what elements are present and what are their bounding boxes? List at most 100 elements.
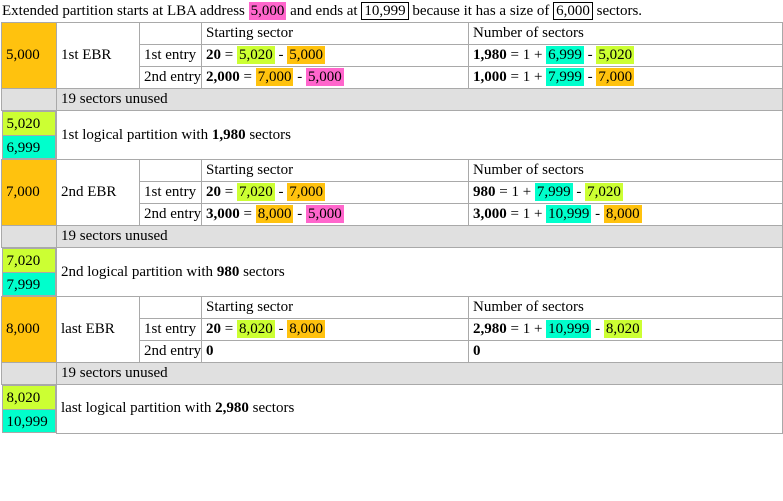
table-row-partition: 8,020 10,999 last logical partition with 2… [1,384,783,434]
num-operand-1: 7,999 [546,68,584,86]
ebr-entry-blank [139,22,202,45]
starting-sector-header: Starting sector [201,296,469,319]
start-operand-2: 8,000 [287,320,325,338]
caption-line: Extended partition starts at LBA address… [0,0,783,22]
entry-2-number-of-sectors: 1,000 = 1 + 7,999 - 7,000 [468,66,783,89]
start-result: 20 [206,184,221,200]
num-minus: - [591,321,604,337]
unused-sectors-label: 19 sectors unused [56,88,783,111]
table-row: 8,000 last EBR Starting sector Number of s… [1,296,783,363]
start-operand-2: 5,000 [287,46,325,64]
start-result: 0 [206,343,214,359]
start-operand-2: 5,000 [305,68,344,86]
partition-description-pre: 2nd logical partition with [61,263,217,280]
partition-range-start: 8,020 [1,385,56,409]
unused-lba-spacer [1,225,57,248]
table-row: 5,000 1st EBR Starting sector Number of se… [1,22,783,89]
partition-range-end: 6,999 [1,135,56,159]
start-operand-2: 5,000 [305,205,344,223]
entry-label-1: 1st entry [139,318,202,341]
entry-label-1: 1st entry [139,181,202,204]
ebr-name-cell: 1st EBR [56,22,140,89]
start-operator: = [239,206,256,222]
partition-range-start: 5,020 [1,111,56,135]
start-operand-1: 5,020 [236,46,275,64]
entry-1-starting-sector: 20 = 7,020 - 7,000 [201,181,469,204]
entry-2-starting-sector: 3,000 = 8,000 - 5,000 [201,203,469,226]
unused-lba-spacer [1,362,57,385]
start-minus: - [274,47,288,63]
partition-description-pre: 1st logical partition with [61,126,212,143]
start-operand-1: 8,020 [236,320,275,338]
num-result: 3,000 [473,206,507,222]
start-minus: - [274,184,288,200]
partition-sector-count: 1,980 [211,126,246,143]
partition-description-pre: last logical partition with [61,400,216,417]
table-row: 7,000 2nd EBR Starting sector Number of se… [1,159,783,226]
partition-sector-count: 980 [216,263,240,280]
partition-range-cell: 5,020 6,999 [1,110,57,160]
unused-lba-spacer [1,88,57,111]
partition-range-end: 7,999 [1,272,56,296]
extended-partition-diagram: Extended partition starts at LBA address… [0,0,783,501]
entry-label-2: 2nd entry [139,340,202,363]
ebr-name-cell: last EBR [56,296,140,363]
num-operand-1: 10,999 [546,320,592,338]
entry-2-number-of-sectors: 0 [468,340,783,363]
partition-description: 1st logical partition with 1,980 sectors [56,110,783,160]
start-result: 2,000 [206,69,240,85]
ebr-lba-cell: 5,000 [1,22,57,89]
number-of-sectors-header: Number of sectors [468,296,783,319]
table-row-unused: 19 sectors unused [1,88,783,111]
start-operator: = [239,69,256,85]
start-operand-1: 8,000 [255,205,294,223]
ebr-entry-blank [139,159,202,182]
caption-text-4: sectors. [596,3,643,19]
entry-1-starting-sector: 20 = 5,020 - 5,000 [201,44,469,67]
starting-sector-header: Starting sector [201,159,469,182]
num-operand-1: 6,999 [546,46,584,64]
entry-2-starting-sector: 0 [201,340,469,363]
num-operand-2: 8,020 [603,320,642,338]
partition-table-body: 5,000 1st EBR Starting sector Number of se… [1,22,783,434]
partition-description: last logical partition with 2,980 sector… [56,384,783,434]
num-operand-2: 7,020 [585,183,623,201]
start-operator: = [221,321,237,337]
start-result: 20 [206,321,221,337]
partition-sector-count: 2,980 [215,400,249,417]
entry-1-number-of-sectors: 980 = 1 + 7,999 - 7,020 [468,181,783,204]
number-of-sectors-header: Number of sectors [468,22,783,45]
entry-1-starting-sector: 20 = 8,020 - 8,000 [201,318,469,341]
start-minus: - [293,69,306,85]
partition-range-end: 10,999 [1,409,56,433]
partition-range-cell: 7,020 7,999 [1,247,57,297]
entry-2-starting-sector: 2,000 = 7,000 - 5,000 [201,66,469,89]
num-minus: - [583,69,597,85]
start-operator: = [221,184,237,200]
num-operator: = 1 + [506,321,547,337]
start-operator: = [221,47,237,63]
partition-description: 2nd logical partition with 980 sectors [56,247,783,297]
ebr-lba-cell: 7,000 [1,159,57,226]
entry-1-number-of-sectors: 1,980 = 1 + 6,999 - 5,020 [468,44,783,67]
caption-text-1: Extended partition starts at LBA address [2,3,245,19]
ebr-entry-blank [139,296,202,319]
num-operand-1: 10,999 [546,205,592,223]
entry-label-2: 2nd entry [139,203,202,226]
unused-sectors-label: 19 sectors unused [56,225,783,248]
partition-table: 5,000 1st EBR Starting sector Number of se… [1,22,783,434]
num-result: 1,980 [473,47,507,63]
entry-1-number-of-sectors: 2,980 = 1 + 10,999 - 8,020 [468,318,783,341]
number-of-sectors-header: Number of sectors [468,159,783,182]
num-result: 0 [473,343,481,359]
unused-sectors-label: 19 sectors unused [56,362,783,385]
entry-label-1: 1st entry [139,44,202,67]
start-operand-2: 7,000 [287,183,325,201]
num-operand-2: 5,020 [596,46,635,64]
entry-2-number-of-sectors: 3,000 = 1 + 10,999 - 8,000 [468,203,783,226]
partition-description-post: sectors [245,126,291,143]
partition-description-post: sectors [248,400,295,417]
table-row-partition: 7,020 7,999 2nd logical partition with 980… [1,247,783,297]
num-operator: = 1 + [495,184,535,200]
ebr-lba-cell: 8,000 [1,296,57,363]
